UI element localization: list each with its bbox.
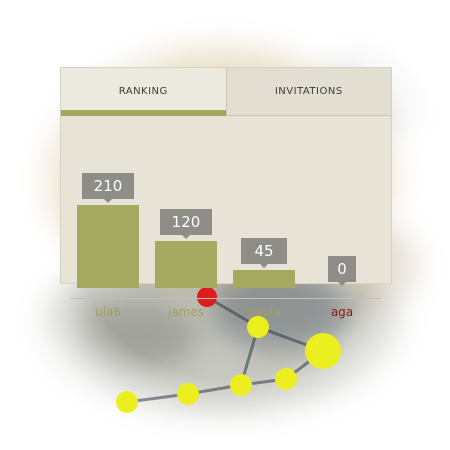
ranking-value-paula: 45 (241, 238, 287, 268)
network-node (275, 368, 297, 390)
ranking-card: RANKING INVITATIONS 210 ula6 120 james 45 pau… (60, 67, 392, 319)
ranking-name-paula: paula (247, 305, 281, 319)
ranking-chart: 210 ula6 120 james 45 paula 0 aga (61, 116, 391, 319)
ranking-name-ula6: ula6 (95, 305, 121, 319)
tab-invitations-label: INVITATIONS (274, 86, 343, 97)
ranking-name-james: james (167, 305, 204, 319)
network-node (177, 383, 199, 405)
ranking-name-aga: aga (330, 305, 354, 319)
ranking-bar-paula (233, 270, 295, 288)
chart-baseline (71, 298, 381, 299)
network-node (305, 333, 341, 369)
network-node (230, 374, 252, 396)
network-node (247, 316, 269, 338)
tab-ranking-label: RANKING (118, 86, 168, 97)
tab-invitations[interactable]: INVITATIONS (225, 68, 391, 115)
ranking-value-aga: 0 (328, 256, 356, 286)
ranking-value-james: 120 (160, 209, 212, 239)
ranking-bar-ula6 (77, 205, 139, 288)
tab-bar: RANKING INVITATIONS (61, 68, 391, 116)
network-node (116, 391, 138, 413)
ranking-bar-james (155, 241, 217, 288)
tab-ranking[interactable]: RANKING (61, 68, 226, 116)
network-node-alert (197, 287, 217, 307)
ranking-value-ula6: 210 (82, 173, 134, 203)
